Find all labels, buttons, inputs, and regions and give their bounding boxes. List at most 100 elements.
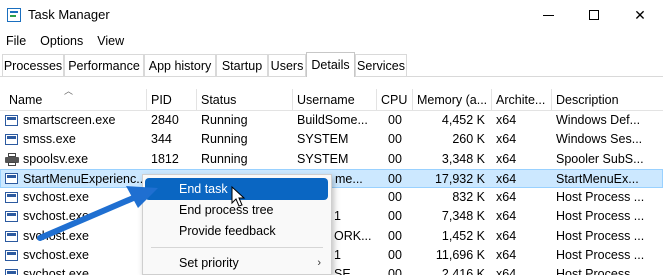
cell-memory: 7,348 K: [441, 209, 485, 224]
menu-options[interactable]: Options: [40, 34, 83, 48]
table-row[interactable]: smss.exe 344 Running SYSTEM 00 260 K x64…: [0, 130, 663, 149]
cell-description: Host Process ...: [556, 209, 645, 224]
column-header: Name PID Status Username CPU Memory (a..…: [0, 89, 663, 111]
menu-bar: File Options View: [0, 30, 663, 52]
close-icon: ✕: [634, 6, 646, 23]
task-manager-icon: [7, 8, 21, 22]
end-task-menu-item[interactable]: End task: [145, 178, 328, 200]
cell-memory: 2,416 K: [441, 267, 485, 275]
cell-username: ORK...: [334, 228, 372, 243]
column-pid[interactable]: PID: [146, 89, 195, 111]
submenu-arrow-icon: ›: [317, 257, 321, 269]
cell-username: SYSTEM: [297, 132, 349, 147]
cell-cpu: 00: [388, 248, 402, 263]
tab-startup[interactable]: Startup: [216, 54, 268, 76]
cell-architecture: x64: [496, 248, 517, 263]
cell-description: Spooler SubS...: [556, 151, 644, 166]
menu-view[interactable]: View: [97, 34, 124, 48]
set-priority-label: Set priority: [179, 256, 239, 270]
provide-feedback-menu-item[interactable]: Provide feedback: [143, 220, 331, 242]
cell-description: Host Process ...: [556, 267, 645, 275]
set-priority-menu-item[interactable]: Set priority ›: [143, 252, 331, 274]
cell-name: svchost.exe: [23, 248, 90, 263]
cell-name: smss.exe: [23, 132, 76, 147]
cell-username: 1: [334, 209, 341, 224]
tab-users[interactable]: Users: [268, 54, 306, 76]
process-icon: [5, 211, 18, 223]
cell-description: Host Process ...: [556, 190, 645, 205]
cell-status: Running: [201, 113, 248, 127]
close-button[interactable]: ✕: [617, 0, 663, 30]
cell-name: StartMenuExperienc...: [23, 171, 143, 186]
cell-username: me...: [335, 171, 363, 186]
cell-name: spoolsv.exe: [23, 151, 89, 166]
end-process-tree-menu-item[interactable]: End process tree: [143, 199, 331, 221]
cell-pid: 344: [151, 132, 172, 147]
process-icon: [5, 269, 18, 275]
minimize-button[interactable]: [525, 0, 571, 30]
cell-memory: 17,932 K: [434, 171, 485, 186]
cell-username: SYSTEM: [297, 151, 349, 166]
process-icon: [5, 134, 18, 146]
column-description[interactable]: Description: [551, 89, 663, 111]
column-status[interactable]: Status: [196, 89, 291, 111]
cell-architecture: x64: [496, 228, 517, 243]
cell-memory: 11,696 K: [435, 248, 485, 263]
column-name[interactable]: Name: [5, 89, 145, 111]
cell-username: [334, 188, 374, 207]
maximize-icon: [589, 10, 599, 20]
process-icon: [5, 192, 18, 204]
cell-architecture: x64: [496, 132, 517, 147]
table-row[interactable]: spoolsv.exe 1812 Running SYSTEM 00 3,348…: [0, 150, 663, 169]
tab-services[interactable]: Services: [355, 54, 407, 76]
tab-details[interactable]: Details: [306, 52, 355, 77]
cell-username: SE: [334, 267, 351, 275]
process-icon: [5, 115, 18, 126]
printer-icon: [5, 152, 19, 166]
title-bar: Task Manager ✕: [0, 0, 663, 30]
cell-name: svchost.exe: [23, 267, 90, 275]
cell-cpu: 00: [388, 151, 402, 166]
tab-app-history[interactable]: App history: [144, 54, 216, 76]
cell-cpu: 00: [388, 113, 402, 127]
column-cpu[interactable]: CPU: [376, 89, 412, 111]
cell-username: 1: [334, 248, 341, 263]
cell-cpu: 00: [388, 190, 402, 205]
cell-name: svchost.exe: [23, 209, 90, 224]
cell-name: smartscreen.exe: [23, 113, 116, 127]
cell-architecture: x64: [496, 113, 517, 127]
cell-cpu: 00: [388, 228, 402, 243]
cell-cpu: 00: [388, 132, 402, 147]
cell-status: Running: [201, 151, 248, 166]
column-memory[interactable]: Memory (a...: [412, 89, 491, 111]
cell-description: StartMenuEx...: [556, 171, 639, 186]
cell-description: Windows Ses...: [556, 132, 643, 147]
cell-cpu: 00: [388, 267, 402, 275]
cell-description: Windows Def...: [556, 113, 641, 127]
cell-pid: 2840: [151, 113, 179, 127]
cell-name: svchost.exe: [23, 228, 90, 243]
cell-memory: 1,452 K: [441, 228, 485, 243]
tab-performance[interactable]: Performance: [64, 54, 144, 76]
cell-cpu: 00: [388, 171, 402, 186]
cell-description: Host Process ...: [556, 248, 645, 263]
cell-architecture: x64: [496, 267, 517, 275]
menu-file[interactable]: File: [6, 34, 26, 48]
tab-bar: Processes Performance App history Startu…: [0, 52, 663, 77]
maximize-button[interactable]: [571, 0, 617, 30]
cell-pid: 1812: [151, 151, 179, 166]
cell-username: BuildSome...: [297, 113, 368, 127]
cell-memory: 3,348 K: [441, 151, 485, 166]
menu-separator: [151, 247, 323, 248]
process-icon: [5, 172, 18, 184]
cell-cpu: 00: [388, 209, 402, 224]
cell-architecture: x64: [496, 209, 517, 224]
tab-processes[interactable]: Processes: [2, 54, 64, 76]
window-title: Task Manager: [28, 7, 110, 22]
table-row[interactable]: smartscreen.exe 2840 Running BuildSome..…: [0, 111, 663, 130]
cell-name: svchost.exe: [23, 190, 90, 205]
column-architecture[interactable]: Archite...: [491, 89, 551, 111]
process-icon: [5, 230, 18, 242]
column-username[interactable]: Username: [292, 89, 376, 111]
context-menu: End task End process tree Provide feedba…: [142, 174, 332, 275]
